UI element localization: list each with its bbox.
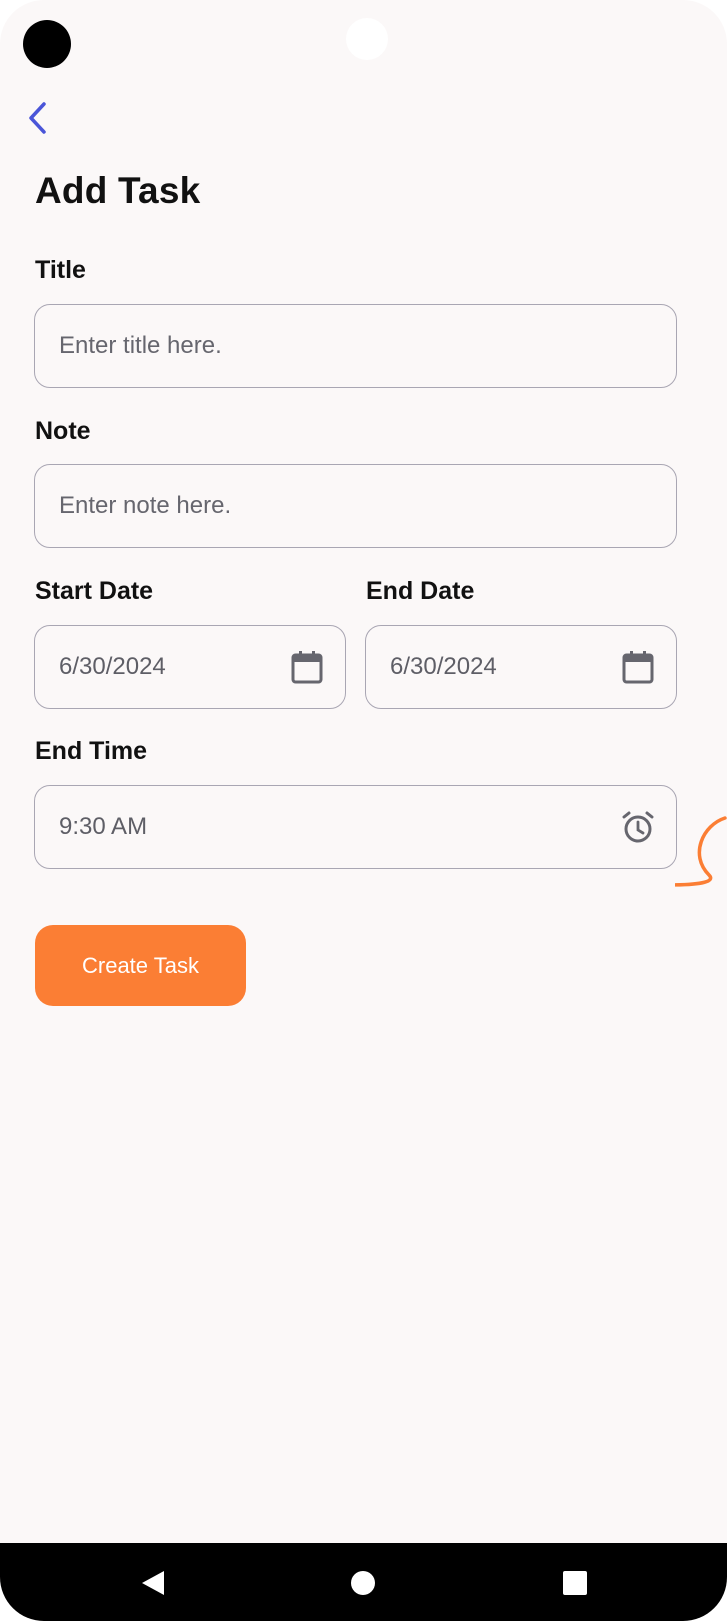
note-placeholder: Enter note here. (59, 492, 232, 519)
end-time-value: 9:30 AM (59, 813, 148, 840)
end-time-field[interactable]: 9:30 AM (34, 785, 677, 869)
create-task-button[interactable]: Create Task (35, 925, 246, 1006)
note-input[interactable]: Enter note here. (34, 464, 677, 548)
system-navigation-bar (0, 1543, 727, 1621)
calendar-icon[interactable] (620, 649, 656, 685)
alarm-clock-icon[interactable] (620, 809, 656, 845)
start-date-label: Start Date (35, 577, 154, 605)
note-label: Note (35, 417, 91, 445)
circle-home-icon (351, 1571, 375, 1595)
end-date-value: 6/30/2024 (390, 653, 497, 680)
start-date-field[interactable]: 6/30/2024 (34, 625, 346, 709)
square-recents-icon (563, 1571, 587, 1595)
end-time-label: End Time (35, 737, 148, 765)
triangle-back-icon (142, 1571, 164, 1595)
app-screen: Add Task Title Enter title here. Note En… (0, 0, 727, 1621)
chevron-left-icon (29, 102, 46, 134)
nav-back-button[interactable] (133, 1563, 173, 1603)
start-date-value: 6/30/2024 (59, 653, 166, 680)
status-indicator (346, 18, 388, 60)
nav-home-button[interactable] (343, 1563, 383, 1603)
title-placeholder: Enter title here. (59, 332, 222, 359)
nav-recents-button[interactable] (555, 1563, 595, 1603)
title-label: Title (35, 256, 86, 284)
page-title: Add Task (35, 170, 201, 211)
end-date-label: End Date (366, 577, 475, 605)
scribble-mark (675, 816, 727, 887)
back-button[interactable] (22, 98, 54, 138)
calendar-icon[interactable] (289, 649, 325, 685)
title-input[interactable]: Enter title here. (34, 304, 677, 388)
front-camera (23, 20, 71, 68)
end-date-field[interactable]: 6/30/2024 (365, 625, 677, 709)
